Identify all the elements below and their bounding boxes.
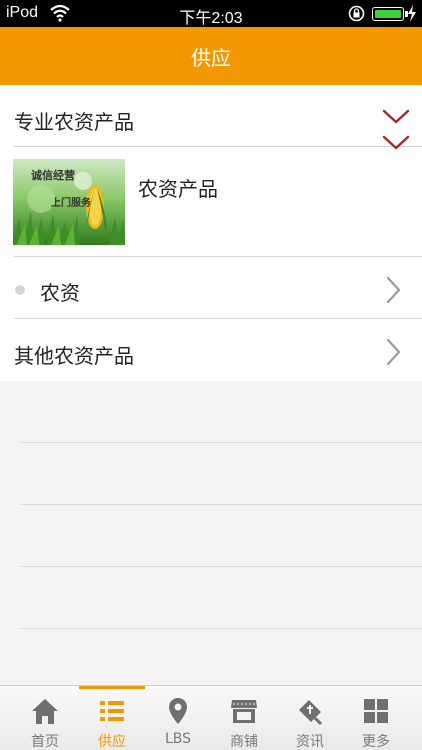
chevron-right-icon: [386, 276, 401, 304]
list-item-category[interactable]: 专业农资产品: [0, 85, 422, 147]
tab-label: 供应: [98, 734, 126, 750]
thumbnail-text-1: 诚信经营: [31, 168, 75, 182]
tab-home[interactable]: 首页: [12, 686, 78, 750]
rotation-lock-icon: [348, 5, 365, 22]
list-item-subcategory[interactable]: 农资: [0, 257, 422, 319]
shop-icon: [231, 700, 257, 723]
list-item-subcategory[interactable]: 诚信经营 上门服务 农资产品: [0, 135, 422, 257]
chevron-right-icon: [386, 338, 401, 366]
list-icon: [100, 701, 124, 721]
location-pin-icon: [169, 698, 187, 724]
chevron-down-icon: [382, 109, 410, 124]
thumbnail-text-2: 上门服务: [51, 196, 92, 209]
battery-icon: [372, 7, 408, 21]
tab-news[interactable]: 资讯: [277, 686, 343, 750]
empty-row-divider: [20, 628, 422, 629]
list-item-label: 农资: [40, 281, 80, 305]
empty-row-divider: [20, 504, 422, 505]
tab-shop[interactable]: 商铺: [211, 686, 277, 750]
list-item-label: 专业农资产品: [14, 110, 134, 134]
charging-bolt-icon: [408, 5, 416, 22]
status-bar: iPod 下午2:03: [0, 0, 422, 27]
product-thumbnail: 诚信经营 上门服务: [13, 159, 125, 245]
nav-bar: 供应: [0, 27, 422, 85]
home-icon: [32, 699, 58, 724]
active-tab-indicator: [79, 686, 145, 689]
list-item-label: 农资产品: [138, 177, 218, 201]
page-title: 供应: [191, 46, 231, 70]
tab-more[interactable]: 更多: [343, 686, 409, 750]
tab-label: 资讯: [296, 734, 324, 750]
grid-icon: [364, 699, 388, 723]
tab-lbs[interactable]: LBS: [145, 686, 211, 750]
category-list: 专业农资产品 诚信经营 上门服务 农资产品 农资 其他农资产品: [0, 85, 422, 685]
empty-row-divider: [20, 566, 422, 567]
tab-label: 首页: [31, 734, 59, 750]
list-item-label: 其他农资产品: [14, 344, 134, 368]
tab-label: 更多: [362, 734, 390, 750]
bullet-dot-icon: [15, 285, 25, 295]
chevron-down-icon: [382, 135, 410, 150]
tab-label: 商铺: [230, 734, 258, 750]
tab-label: LBS: [164, 731, 192, 747]
list-item-category[interactable]: 其他农资产品: [0, 319, 422, 381]
empty-row-divider: [20, 442, 422, 443]
news-icon: [299, 700, 323, 726]
tab-bar: 首页 供应 LBS 商铺 资讯 更多: [0, 685, 422, 750]
tab-supply[interactable]: 供应: [79, 686, 145, 750]
